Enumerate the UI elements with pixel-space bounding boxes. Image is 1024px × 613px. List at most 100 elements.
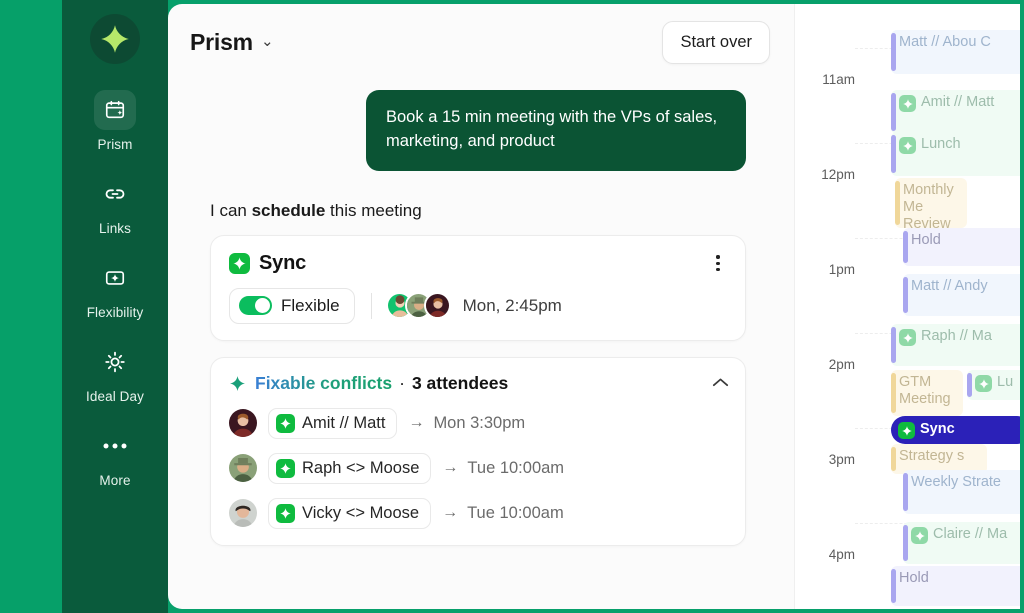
sidebar-item-label: More: [99, 473, 131, 488]
avatar: [423, 292, 451, 320]
conflicts-separator: ·: [399, 372, 405, 393]
calendar-event[interactable]: Lunch: [891, 132, 1020, 176]
calendar-event[interactable]: Hold: [891, 566, 1020, 606]
calendar-event[interactable]: Raph // Ma: [891, 324, 1020, 366]
page-title: Prism: [190, 28, 253, 55]
event-color-bar: [891, 33, 896, 71]
calendar-event[interactable]: Monthly Me Review: [895, 178, 967, 228]
event-color-bar: [967, 373, 972, 397]
calendar-hour-label: 11am: [822, 72, 855, 87]
chevron-up-icon[interactable]: [712, 376, 729, 391]
event-color-bar: [903, 277, 908, 313]
conflict-row[interactable]: Vicky <> Moose → Tue 10:00am: [229, 497, 729, 529]
calendar-event-title: Sync: [920, 421, 955, 438]
conflict-event-chip[interactable]: Vicky <> Moose: [268, 497, 432, 529]
conflicts-attendee-count: 3 attendees: [411, 372, 509, 393]
calendar-event[interactable]: Amit // Matt: [891, 90, 1020, 134]
calendar-event-title: Strategy s: [899, 448, 965, 464]
sync-card-header: Sync: [229, 252, 729, 275]
sidebar-item-label: Flexibility: [86, 305, 144, 320]
sidebar-item-prism[interactable]: Prism: [62, 90, 168, 152]
sync-card-time: Mon, 2:45pm: [462, 295, 562, 315]
calendar-hour-label: 1pm: [828, 262, 855, 277]
conflicts-header: Fixable conflicts · 3 attendees: [229, 373, 729, 394]
sidebar-item-more[interactable]: More: [62, 426, 168, 488]
assistant-message: I can schedule this meeting: [168, 171, 794, 221]
user-message-row: Book a 15 min meeting with the VPs of sa…: [168, 80, 794, 171]
calendar-event[interactable]: Weekly Strate: [903, 470, 1020, 514]
conflict-row[interactable]: Raph <> Moose → Tue 10:00am: [229, 452, 729, 484]
sidebar-item-label: Ideal Day: [86, 389, 144, 404]
conflict-row[interactable]: Amit // Matt → Mon 3:30pm: [229, 407, 729, 439]
calendar-event-title: Lunch: [921, 136, 961, 152]
sync-card-meta: Flexible Mon, 2:45pm: [229, 287, 729, 324]
sparkle-badge-icon: [899, 95, 916, 112]
event-color-bar: [891, 373, 896, 413]
calendar-panel[interactable]: 11am 12pm 1pm 2pm 3pm 4pm Matt // Abou C Amit /…: [794, 4, 1020, 609]
calendar-event-title: GTM Meeting: [899, 374, 951, 408]
event-color-bar: [891, 135, 896, 173]
fixable-conflicts-card[interactable]: Fixable conflicts · 3 attendees Amit // …: [210, 356, 746, 546]
calendar-event[interactable]: Lu: [967, 370, 1020, 400]
toggle-switch[interactable]: [239, 296, 272, 316]
flexible-toggle[interactable]: Flexible: [229, 287, 355, 324]
conflict-event-label: Raph <> Moose: [302, 458, 420, 477]
sparkle-badge-icon: [276, 413, 295, 433]
calendar-event-title: Lu: [997, 374, 1014, 390]
conflict-event-chip[interactable]: Raph <> Moose: [268, 452, 432, 484]
event-color-bar: [891, 93, 896, 131]
event-color-bar: [903, 473, 908, 511]
start-over-button[interactable]: Start over: [662, 20, 770, 64]
arrow-right-icon: →: [442, 504, 459, 522]
sync-card[interactable]: Sync Flexible Mon, 2:45pm: [210, 234, 746, 341]
event-color-bar: [895, 181, 900, 225]
sparkle-badge-icon: [899, 329, 916, 346]
avatar: [229, 454, 257, 483]
calendar-event-title: Amit // Matt: [921, 94, 995, 110]
sparkle-badge-icon: [911, 527, 928, 544]
arrow-right-icon: →: [408, 414, 425, 432]
sparkle-badge-icon: [975, 375, 992, 392]
calendar-event-title: Raph // Ma: [921, 328, 992, 344]
chevron-down-icon[interactable]: ⌄: [261, 34, 274, 49]
calendar-event[interactable]: Matt // Abou C: [891, 30, 1020, 74]
assistant-message-suffix: this meeting: [325, 200, 422, 220]
calendar-event[interactable]: Matt // Andy: [903, 274, 1020, 316]
main-panel: Prism ⌄ Start over Book a 15 min meeting…: [168, 4, 794, 609]
conflict-new-time: Tue 10:00am: [467, 458, 565, 477]
event-color-bar: [903, 525, 908, 561]
kebab-menu-icon[interactable]: [707, 252, 729, 274]
calendar-sparkle-icon: [94, 90, 136, 130]
conflict-event-label: Amit // Matt: [302, 413, 386, 432]
calendar-hour-label: 3pm: [828, 452, 855, 467]
flexibility-icon: [94, 258, 136, 298]
calendar-event-title: Hold: [899, 570, 929, 586]
left-rail-strip: [0, 0, 62, 613]
attendee-avatars[interactable]: [385, 292, 451, 320]
calendar-event[interactable]: Claire // Ma: [903, 522, 1020, 564]
conflict-event-chip[interactable]: Amit // Matt: [268, 407, 398, 439]
assistant-message-prefix: I can: [210, 200, 252, 220]
sparkle-badge-icon: [899, 137, 916, 154]
assistant-message-bold: schedule: [251, 200, 326, 220]
calendar-event-title: Monthly Me Review: [903, 182, 954, 228]
sidebar-item-ideal-day[interactable]: Ideal Day: [62, 342, 168, 404]
calendar-hour-label: 12pm: [821, 167, 855, 182]
conflict-new-time: Mon 3:30pm: [433, 413, 526, 432]
event-color-bar: [891, 569, 896, 603]
sidebar-item-flexibility[interactable]: Flexibility: [62, 258, 168, 320]
sparkle-badge-icon: [898, 422, 915, 439]
arrow-right-icon: →: [442, 459, 459, 477]
calendar-event-title: Weekly Strate: [911, 474, 1001, 490]
sparkle-badge-icon: [229, 253, 250, 275]
logo-sparkle-icon: [101, 25, 129, 53]
sidebar-item-links[interactable]: Links: [62, 174, 168, 236]
calendar-event-title: Claire // Ma: [933, 526, 1008, 542]
calendar-event-title: Hold: [911, 232, 941, 248]
sync-card-title: Sync: [259, 251, 307, 274]
calendar-grid: 11am 12pm 1pm 2pm 3pm 4pm Matt // Abou C Amit /…: [795, 4, 1020, 609]
prism-logo-icon[interactable]: [90, 14, 140, 64]
calendar-event[interactable]: Sync: [891, 416, 1020, 444]
calendar-event[interactable]: GTM Meeting: [891, 370, 963, 416]
calendar-event[interactable]: Hold: [903, 228, 1020, 266]
